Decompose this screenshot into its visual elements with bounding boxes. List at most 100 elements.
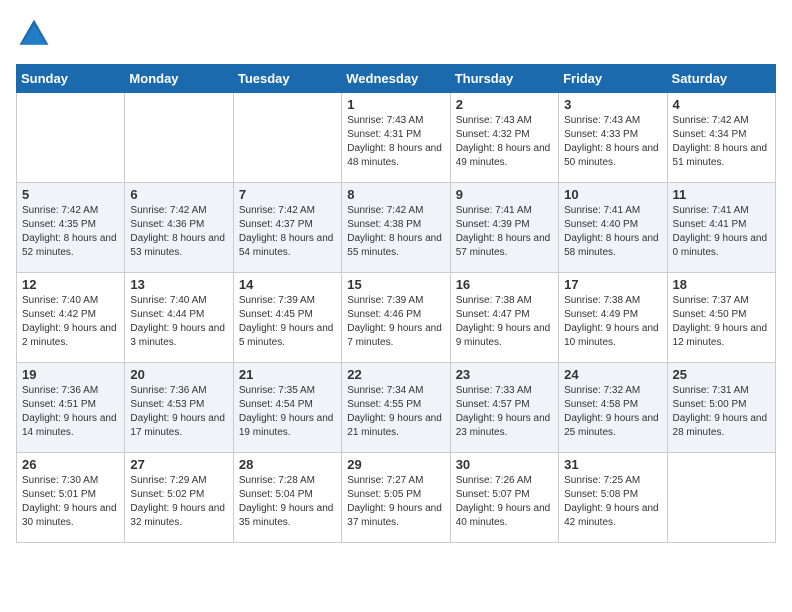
- calendar-cell: 19 Sunrise: 7:36 AM Sunset: 4:51 PM Dayli…: [17, 363, 125, 453]
- calendar-week-5: 26 Sunrise: 7:30 AM Sunset: 5:01 PM Dayli…: [17, 453, 776, 543]
- day-info: Sunrise: 7:38 AM Sunset: 4:47 PM Dayligh…: [456, 294, 553, 350]
- calendar-cell: 2 Sunrise: 7:43 AM Sunset: 4:32 PM Daylig…: [450, 93, 558, 183]
- day-number: 23: [456, 367, 553, 382]
- calendar-cell: [667, 453, 775, 543]
- calendar-cell: 4 Sunrise: 7:42 AM Sunset: 4:34 PM Daylig…: [667, 93, 775, 183]
- calendar-cell: 26 Sunrise: 7:30 AM Sunset: 5:01 PM Dayli…: [17, 453, 125, 543]
- day-number: 14: [239, 277, 336, 292]
- day-number: 12: [22, 277, 119, 292]
- calendar-cell: 20 Sunrise: 7:36 AM Sunset: 4:53 PM Dayli…: [125, 363, 233, 453]
- day-info: Sunrise: 7:41 AM Sunset: 4:40 PM Dayligh…: [564, 204, 661, 260]
- calendar-cell: 13Sunrise: 7:40 AM Sunset: 4:44 PM Dayli…: [125, 273, 233, 363]
- calendar-week-1: 1 Sunrise: 7:43 AM Sunset: 4:31 PM Daylig…: [17, 93, 776, 183]
- day-info: Sunrise: 7:43 AM Sunset: 4:33 PM Dayligh…: [564, 114, 661, 170]
- logo-icon: [16, 16, 52, 52]
- day-info: Sunrise: 7:35 AM Sunset: 4:54 PM Dayligh…: [239, 384, 336, 440]
- calendar-cell: [233, 93, 341, 183]
- day-number: 22: [347, 367, 444, 382]
- calendar-cell: 18 Sunrise: 7:37 AM Sunset: 4:50 PM Dayli…: [667, 273, 775, 363]
- day-info: Sunrise: 7:42 AM Sunset: 4:38 PM Dayligh…: [347, 204, 444, 260]
- calendar-cell: 21Sunrise: 7:35 AM Sunset: 4:54 PM Dayli…: [233, 363, 341, 453]
- day-info: Sunrise: 7:27 AM Sunset: 5:05 PM Dayligh…: [347, 474, 444, 530]
- calendar-cell: 5Sunrise: 7:42 AM Sunset: 4:35 PM Daylig…: [17, 183, 125, 273]
- calendar-cell: 6 Sunrise: 7:42 AM Sunset: 4:36 PM Daylig…: [125, 183, 233, 273]
- calendar-cell: 27Sunrise: 7:29 AM Sunset: 5:02 PM Dayli…: [125, 453, 233, 543]
- calendar-cell: 15 Sunrise: 7:39 AM Sunset: 4:46 PM Dayli…: [342, 273, 450, 363]
- weekday-header-sunday: Sunday: [17, 65, 125, 93]
- day-number: 29: [347, 457, 444, 472]
- weekday-header-wednesday: Wednesday: [342, 65, 450, 93]
- calendar-cell: 28Sunrise: 7:28 AM Sunset: 5:04 PM Dayli…: [233, 453, 341, 543]
- day-number: 26: [22, 457, 119, 472]
- day-info: Sunrise: 7:41 AM Sunset: 4:41 PM Dayligh…: [673, 204, 770, 260]
- day-info: Sunrise: 7:40 AM Sunset: 4:42 PM Dayligh…: [22, 294, 119, 350]
- day-info: Sunrise: 7:42 AM Sunset: 4:36 PM Dayligh…: [130, 204, 227, 260]
- calendar-header: SundayMondayTuesdayWednesdayThursdayFrid…: [17, 65, 776, 93]
- day-number: 4: [673, 97, 770, 112]
- day-info: Sunrise: 7:28 AM Sunset: 5:04 PM Dayligh…: [239, 474, 336, 530]
- logo: [16, 16, 56, 52]
- day-info: Sunrise: 7:31 AM Sunset: 5:00 PM Dayligh…: [673, 384, 770, 440]
- weekday-header-monday: Monday: [125, 65, 233, 93]
- calendar-cell: 12 Sunrise: 7:40 AM Sunset: 4:42 PM Dayli…: [17, 273, 125, 363]
- day-info: Sunrise: 7:39 AM Sunset: 4:46 PM Dayligh…: [347, 294, 444, 350]
- calendar-week-4: 19 Sunrise: 7:36 AM Sunset: 4:51 PM Dayli…: [17, 363, 776, 453]
- calendar-cell: 23 Sunrise: 7:33 AM Sunset: 4:57 PM Dayli…: [450, 363, 558, 453]
- day-info: Sunrise: 7:42 AM Sunset: 4:37 PM Dayligh…: [239, 204, 336, 260]
- day-number: 18: [673, 277, 770, 292]
- day-number: 3: [564, 97, 661, 112]
- calendar-cell: 31 Sunrise: 7:25 AM Sunset: 5:08 PM Dayli…: [559, 453, 667, 543]
- day-info: Sunrise: 7:33 AM Sunset: 4:57 PM Dayligh…: [456, 384, 553, 440]
- day-number: 2: [456, 97, 553, 112]
- day-info: Sunrise: 7:29 AM Sunset: 5:02 PM Dayligh…: [130, 474, 227, 530]
- calendar-cell: 10Sunrise: 7:41 AM Sunset: 4:40 PM Dayli…: [559, 183, 667, 273]
- day-info: Sunrise: 7:25 AM Sunset: 5:08 PM Dayligh…: [564, 474, 661, 530]
- day-info: Sunrise: 7:42 AM Sunset: 4:35 PM Dayligh…: [22, 204, 119, 260]
- day-info: Sunrise: 7:30 AM Sunset: 5:01 PM Dayligh…: [22, 474, 119, 530]
- day-info: Sunrise: 7:37 AM Sunset: 4:50 PM Dayligh…: [673, 294, 770, 350]
- calendar-cell: 8 Sunrise: 7:42 AM Sunset: 4:38 PM Daylig…: [342, 183, 450, 273]
- weekday-header-tuesday: Tuesday: [233, 65, 341, 93]
- calendar-table: SundayMondayTuesdayWednesdayThursdayFrid…: [16, 64, 776, 543]
- calendar-cell: 24Sunrise: 7:32 AM Sunset: 4:58 PM Dayli…: [559, 363, 667, 453]
- day-number: 7: [239, 187, 336, 202]
- calendar-cell: 22 Sunrise: 7:34 AM Sunset: 4:55 PM Dayli…: [342, 363, 450, 453]
- calendar-cell: 17Sunrise: 7:38 AM Sunset: 4:49 PM Dayli…: [559, 273, 667, 363]
- calendar-cell: 3 Sunrise: 7:43 AM Sunset: 4:33 PM Daylig…: [559, 93, 667, 183]
- day-number: 20: [130, 367, 227, 382]
- calendar-cell: 7 Sunrise: 7:42 AM Sunset: 4:37 PM Daylig…: [233, 183, 341, 273]
- calendar-week-3: 12 Sunrise: 7:40 AM Sunset: 4:42 PM Dayli…: [17, 273, 776, 363]
- day-number: 17: [564, 277, 661, 292]
- calendar-week-2: 5Sunrise: 7:42 AM Sunset: 4:35 PM Daylig…: [17, 183, 776, 273]
- day-info: Sunrise: 7:43 AM Sunset: 4:32 PM Dayligh…: [456, 114, 553, 170]
- calendar-cell: 25 Sunrise: 7:31 AM Sunset: 5:00 PM Dayli…: [667, 363, 775, 453]
- calendar-body: 1 Sunrise: 7:43 AM Sunset: 4:31 PM Daylig…: [17, 93, 776, 543]
- weekday-header-friday: Friday: [559, 65, 667, 93]
- day-number: 9: [456, 187, 553, 202]
- day-info: Sunrise: 7:42 AM Sunset: 4:34 PM Dayligh…: [673, 114, 770, 170]
- weekday-header-thursday: Thursday: [450, 65, 558, 93]
- day-number: 8: [347, 187, 444, 202]
- day-number: 15: [347, 277, 444, 292]
- weekday-row: SundayMondayTuesdayWednesdayThursdayFrid…: [17, 65, 776, 93]
- day-number: 24: [564, 367, 661, 382]
- day-number: 30: [456, 457, 553, 472]
- day-info: Sunrise: 7:41 AM Sunset: 4:39 PM Dayligh…: [456, 204, 553, 260]
- day-info: Sunrise: 7:36 AM Sunset: 4:53 PM Dayligh…: [130, 384, 227, 440]
- day-number: 31: [564, 457, 661, 472]
- day-info: Sunrise: 7:36 AM Sunset: 4:51 PM Dayligh…: [22, 384, 119, 440]
- calendar-cell: 11 Sunrise: 7:41 AM Sunset: 4:41 PM Dayli…: [667, 183, 775, 273]
- calendar-cell: [17, 93, 125, 183]
- day-number: 11: [673, 187, 770, 202]
- day-info: Sunrise: 7:39 AM Sunset: 4:45 PM Dayligh…: [239, 294, 336, 350]
- calendar-cell: 16Sunrise: 7:38 AM Sunset: 4:47 PM Dayli…: [450, 273, 558, 363]
- day-info: Sunrise: 7:43 AM Sunset: 4:31 PM Dayligh…: [347, 114, 444, 170]
- day-number: 25: [673, 367, 770, 382]
- weekday-header-saturday: Saturday: [667, 65, 775, 93]
- day-info: Sunrise: 7:26 AM Sunset: 5:07 PM Dayligh…: [456, 474, 553, 530]
- day-number: 19: [22, 367, 119, 382]
- day-info: Sunrise: 7:40 AM Sunset: 4:44 PM Dayligh…: [130, 294, 227, 350]
- day-number: 6: [130, 187, 227, 202]
- day-number: 1: [347, 97, 444, 112]
- day-info: Sunrise: 7:34 AM Sunset: 4:55 PM Dayligh…: [347, 384, 444, 440]
